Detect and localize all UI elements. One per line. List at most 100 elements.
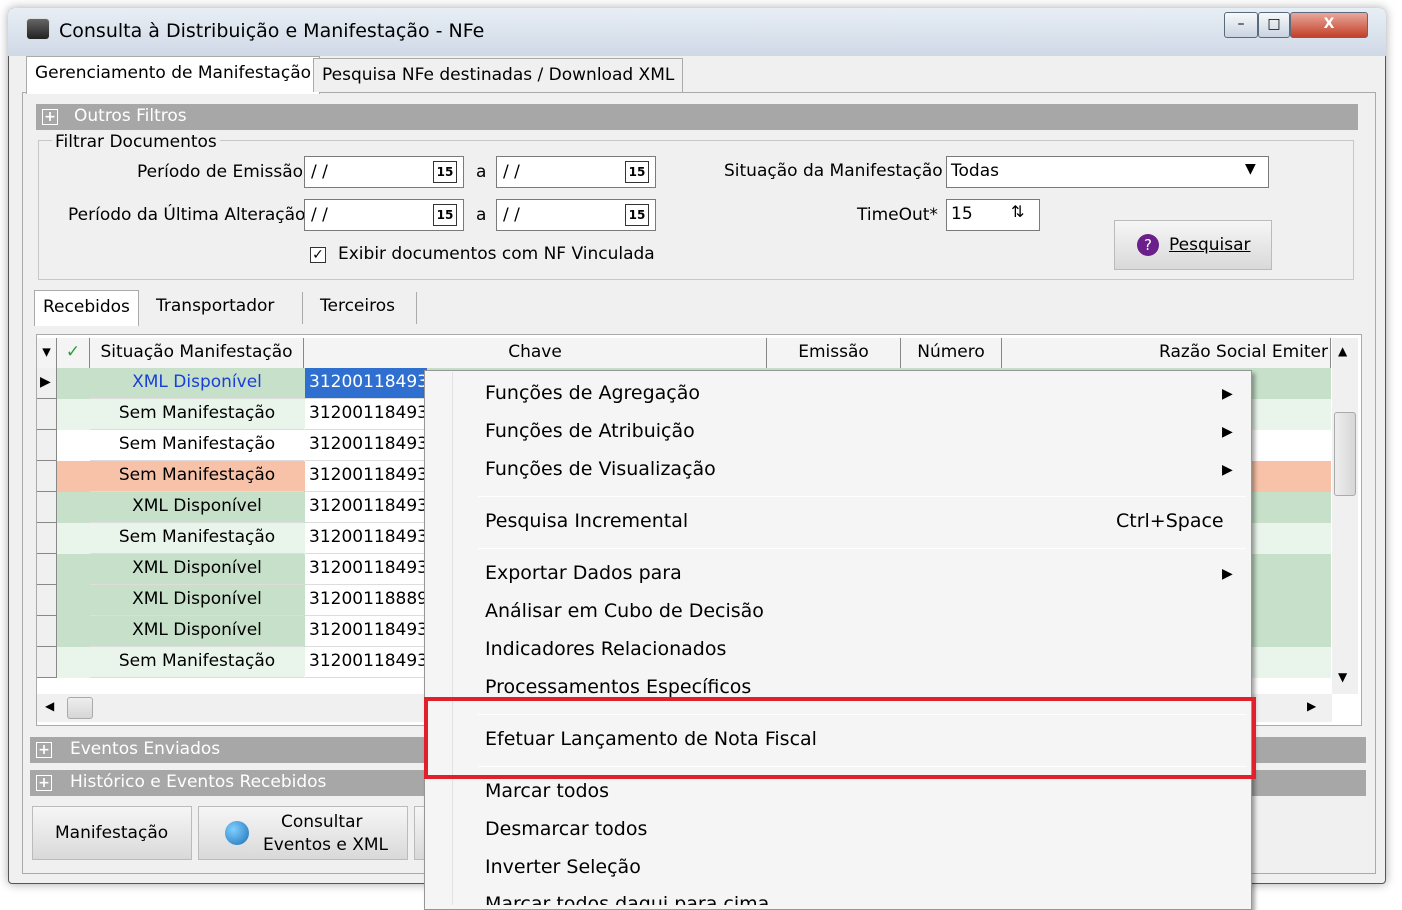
scroll-right-icon[interactable]: ▶ [1307, 699, 1316, 713]
row-indicator[interactable] [37, 616, 57, 647]
menu-item-desmarcar-todos[interactable]: Desmarcar todos [485, 818, 647, 840]
cell-razao-social[interactable] [1250, 647, 1331, 678]
cell-razao-social[interactable] [1250, 430, 1331, 461]
scroll-down-icon[interactable]: ▼ [1338, 670, 1347, 684]
menu-item-cubo-decisao[interactable]: Análisar em Cubo de Decisão [485, 600, 764, 622]
maximize-button[interactable]: □ [1258, 12, 1290, 38]
cell-chave[interactable]: 31200118493 [305, 461, 427, 492]
col-emissao[interactable]: Emissão [767, 338, 901, 368]
cell-situacao[interactable]: Sem Manifestação [90, 647, 304, 678]
row-indicator[interactable] [37, 461, 57, 492]
emissao-end-date[interactable]: / / 15 [496, 156, 656, 188]
chevron-down-icon[interactable]: ▼ [1245, 161, 1256, 177]
cell-situacao[interactable]: Sem Manifestação [90, 523, 304, 554]
consultar-eventos-button[interactable]: Consultar Eventos e XML [198, 806, 408, 860]
submenu-arrow-icon: ▶ [1222, 566, 1233, 582]
cell-razao-social[interactable] [1250, 461, 1331, 492]
cell-chave[interactable]: 31200118493 [305, 616, 427, 647]
close-button[interactable]: X [1290, 12, 1368, 38]
tab-gerenciamento[interactable]: Gerenciamento de Manifestação [26, 56, 321, 94]
vinculada-checkbox[interactable]: ✓ [310, 247, 326, 263]
outros-filtros-header[interactable]: + Outros Filtros [36, 104, 1358, 130]
calendar-icon[interactable]: 15 [625, 161, 649, 183]
row-indicator[interactable]: ▶ [37, 368, 57, 399]
menu-item-agregacao[interactable]: Funções de Agregação [485, 382, 700, 404]
spin-arrows-icon[interactable]: ⇅ [1011, 202, 1024, 221]
menu-item-marcar-todos[interactable]: Marcar todos [485, 780, 609, 802]
emissao-start-date[interactable]: / / 15 [304, 156, 464, 188]
vertical-scrollbar[interactable]: ▲ ▼ [1332, 338, 1358, 694]
h-scroll-thumb[interactable] [67, 697, 93, 719]
row-indicator[interactable] [37, 554, 57, 585]
scroll-up-icon[interactable]: ▲ [1338, 344, 1347, 358]
tab-terceiros[interactable]: Terceiros [312, 290, 403, 324]
row-indicator-header[interactable]: ▾ [37, 338, 57, 368]
row-indicator[interactable] [37, 492, 57, 523]
outros-filtros-label: Outros Filtros [74, 106, 187, 126]
cell-chave[interactable]: 31200118493 [305, 523, 427, 554]
row-indicator[interactable] [37, 585, 57, 616]
cell-chave[interactable]: 31200118493 [305, 647, 427, 678]
cell-razao-social[interactable] [1250, 399, 1331, 430]
calendar-icon[interactable]: 15 [625, 204, 649, 226]
expand-icon[interactable]: + [42, 109, 58, 125]
cell-chave[interactable]: 31200118493 [305, 492, 427, 523]
col-situacao[interactable]: Situação Manifestação [90, 338, 304, 368]
menu-item-marcar-acima[interactable]: Marcar todos daqui para cima [485, 893, 769, 905]
calendar-icon[interactable]: 15 [433, 204, 457, 226]
tab-transportador[interactable]: Transportador [148, 290, 283, 324]
tab-recebidos[interactable]: Recebidos [34, 290, 139, 326]
tab-pesquisa-nfe[interactable]: Pesquisa NFe destinadas / Download XML [313, 58, 684, 92]
check-column-header[interactable]: ✓ [57, 338, 90, 368]
cell-situacao[interactable]: Sem Manifestação [90, 461, 304, 492]
cell-razao-social[interactable] [1250, 554, 1331, 585]
row-indicator[interactable] [37, 399, 57, 430]
menu-item-indicadores[interactable]: Indicadores Relacionados [485, 638, 726, 660]
timeout-spinner[interactable]: 15 ⇅ [946, 199, 1040, 231]
menu-item-pesquisa-incremental[interactable]: Pesquisa Incremental [485, 510, 688, 532]
cell-situacao[interactable]: XML Disponível [90, 368, 304, 399]
cell-situacao[interactable]: XML Disponível [90, 554, 304, 585]
menu-icon-gutter [452, 372, 453, 905]
cell-chave[interactable]: 31200118493 [305, 368, 427, 399]
col-numero[interactable]: Número [901, 338, 1002, 368]
menu-item-processamentos[interactable]: Processamentos Específicos [485, 676, 751, 698]
row-indicator[interactable] [37, 430, 57, 461]
expand-icon[interactable]: + [36, 775, 52, 791]
menu-item-exportar[interactable]: Exportar Dados para [485, 562, 682, 584]
col-razao-social[interactable]: Razão Social Emiter [1002, 338, 1331, 368]
col-chave[interactable]: Chave [304, 338, 767, 368]
scroll-left-icon[interactable]: ◀ [45, 699, 54, 713]
cell-situacao[interactable]: Sem Manifestação [90, 399, 304, 430]
manifestacao-button[interactable]: Manifestação [32, 806, 192, 860]
alteracao-start-date[interactable]: / / 15 [304, 199, 464, 231]
row-indicator[interactable] [37, 523, 57, 554]
eventos-enviados-label: Eventos Enviados [70, 739, 221, 759]
situacao-label: Situação da Manifestação [724, 161, 943, 181]
cell-razao-social[interactable] [1250, 585, 1331, 616]
menu-item-atribuicao[interactable]: Funções de Atribuição [485, 420, 695, 442]
cell-situacao[interactable]: Sem Manifestação [90, 430, 304, 461]
minimize-button[interactable]: – [1224, 12, 1258, 38]
window-title: Consulta à Distribuição e Manifestação -… [59, 20, 485, 42]
menu-item-visualizacao[interactable]: Funções de Visualização [485, 458, 716, 480]
cell-razao-social[interactable] [1250, 368, 1331, 399]
calendar-icon[interactable]: 15 [433, 161, 457, 183]
expand-icon[interactable]: + [36, 742, 52, 758]
cell-situacao[interactable]: XML Disponível [90, 492, 304, 523]
cell-chave[interactable]: 31200118493 [305, 430, 427, 461]
cell-chave[interactable]: 31200118493 [305, 399, 427, 430]
situacao-select[interactable]: Todas ▼ [946, 156, 1269, 188]
cell-chave[interactable]: 31200118889 [305, 585, 427, 616]
pesquisar-button[interactable]: ? Pesquisar [1114, 220, 1272, 270]
cell-situacao[interactable]: XML Disponível [90, 585, 304, 616]
cell-chave[interactable]: 31200118493 [305, 554, 427, 585]
cell-razao-social[interactable] [1250, 523, 1331, 554]
alteracao-end-date[interactable]: / / 15 [496, 199, 656, 231]
row-indicator[interactable] [37, 647, 57, 678]
cell-razao-social[interactable] [1250, 492, 1331, 523]
scroll-thumb[interactable] [1334, 412, 1356, 496]
cell-situacao[interactable]: XML Disponível [90, 616, 304, 647]
menu-item-inverter-selecao[interactable]: Inverter Seleção [485, 856, 641, 878]
cell-razao-social[interactable] [1250, 616, 1331, 647]
